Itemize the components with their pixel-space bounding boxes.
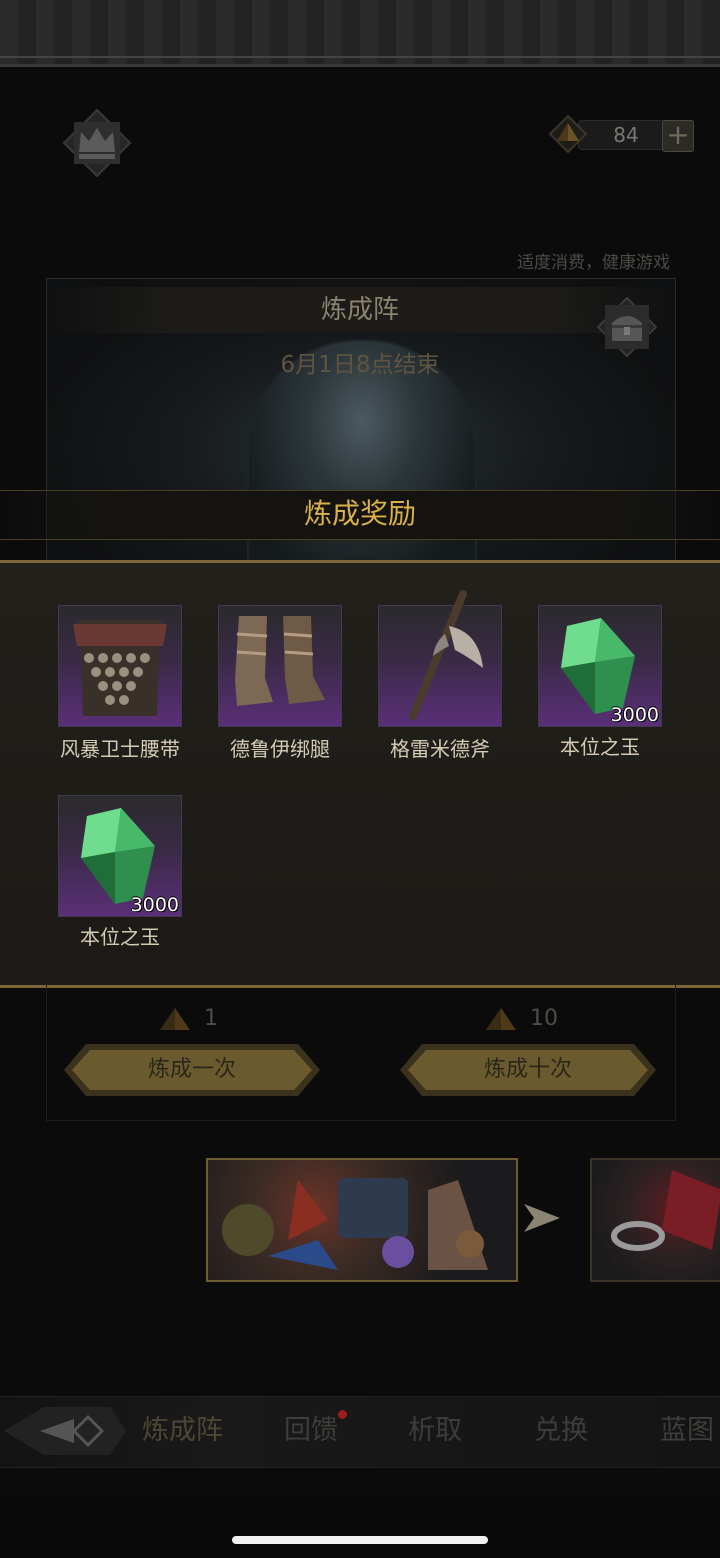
next-banner[interactable] — [590, 1158, 720, 1282]
banner-art — [611, 1170, 720, 1251]
item-slot — [58, 605, 182, 727]
item-slot — [218, 605, 342, 727]
currency-display: 84 + — [548, 114, 698, 154]
item-slot — [378, 590, 502, 727]
item-count: 3000 — [130, 894, 179, 916]
notification-dot — [338, 1410, 347, 1419]
tab-blueprint[interactable]: 蓝图 — [660, 1397, 714, 1465]
draw-once-button[interactable]: 炼成一次 — [64, 1042, 320, 1098]
bottom-navigation: 炼成阵 回馈 析取 兑换 蓝图 — [0, 1396, 720, 1468]
tab-alchemy[interactable]: 炼成阵 — [142, 1397, 223, 1465]
item-name: 德鲁伊绑腿 — [230, 737, 330, 761]
back-arrow-icon — [4, 1407, 126, 1455]
belt-armor-icon — [73, 620, 167, 716]
crown-icon[interactable] — [62, 108, 132, 178]
healthy-gaming-notice: 适度消费，健康游戏 — [517, 253, 670, 273]
draw-once-label: 炼成一次 — [147, 1057, 236, 1082]
draw-ten-button[interactable]: 炼成十次 — [400, 1042, 656, 1098]
nav-back-button[interactable] — [0, 1397, 126, 1465]
bottom-safe-area — [0, 1490, 720, 1558]
pyramid-crystal-icon — [486, 1008, 516, 1030]
item-name: 风暴卫士腰带 — [60, 737, 180, 761]
top-ornament-band — [0, 0, 720, 67]
banner-art — [222, 1178, 488, 1270]
tab-feedback[interactable]: 回馈 — [284, 1397, 338, 1465]
reward-panel: 风暴卫士腰带 德鲁伊绑腿 格雷米德斧 3000 本位之玉 3000 本位之玉 — [0, 560, 720, 988]
axe-icon — [409, 590, 483, 720]
pyramid-crystal-icon — [548, 114, 588, 154]
currency-value: 84 — [613, 123, 639, 147]
treasure-chest-button[interactable] — [596, 296, 658, 358]
ten-draw-cost: 10 — [530, 1006, 558, 1031]
item-count: 3000 — [610, 704, 659, 726]
treasure-chest-icon — [596, 296, 658, 358]
featured-banner[interactable] — [206, 1158, 518, 1282]
item-slot: 3000 — [58, 795, 182, 917]
home-indicator[interactable] — [232, 1536, 488, 1544]
item-name: 格雷米德斧 — [390, 737, 490, 761]
panel-title: 炼成阵 — [320, 295, 399, 325]
event-end-time: 6月1日8点结束 — [280, 352, 440, 378]
tab-extract[interactable]: 析取 — [408, 1397, 462, 1465]
draw-ten-label: 炼成十次 — [483, 1057, 572, 1082]
tab-exchange[interactable]: 兑换 — [534, 1397, 588, 1465]
leg-wraps-icon — [235, 616, 325, 706]
add-currency-button[interactable]: + — [662, 120, 694, 152]
single-draw-cost: 1 — [204, 1006, 218, 1031]
next-arrow-icon[interactable] — [522, 1200, 562, 1236]
item-name: 本位之玉 — [560, 735, 640, 759]
item-name: 本位之玉 — [80, 925, 160, 949]
pyramid-crystal-icon — [160, 1008, 190, 1030]
reward-title: 炼成奖励 — [303, 497, 416, 530]
item-slot: 3000 — [538, 605, 662, 727]
